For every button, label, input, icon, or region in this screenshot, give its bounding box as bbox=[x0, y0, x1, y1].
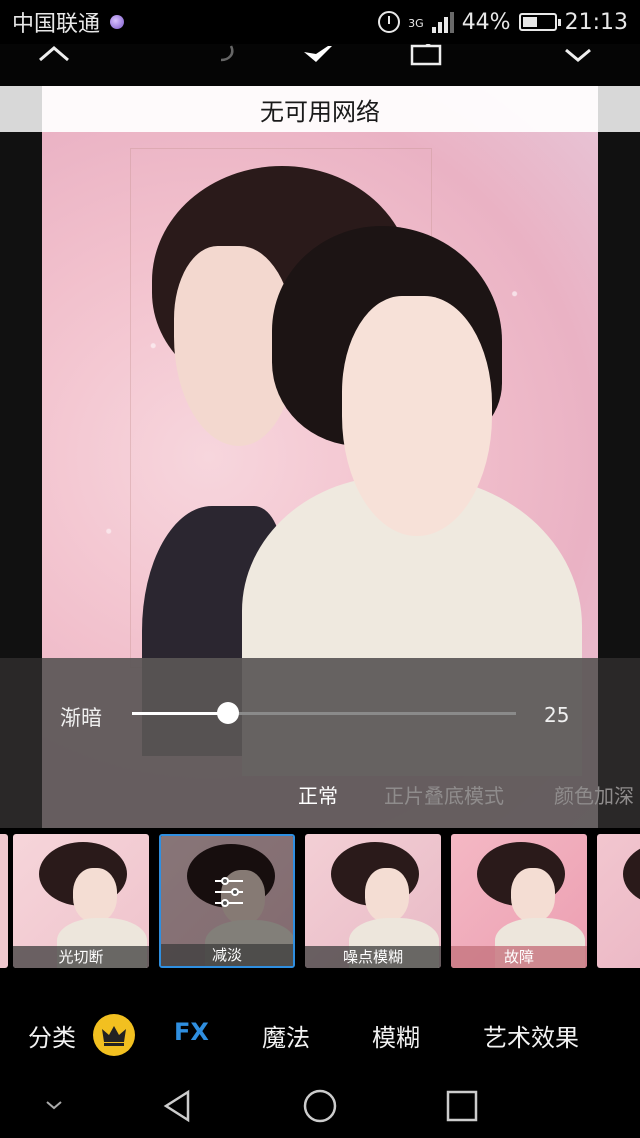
effect-label: 故障 bbox=[451, 946, 587, 968]
blend-mode-multiply[interactable]: 正片叠底模式 bbox=[384, 780, 504, 809]
effect-thumb-light-cut[interactable]: 光切断 bbox=[13, 834, 149, 968]
status-indicators: 3G 44% 21:13 bbox=[378, 10, 628, 35]
status-bar: 中国联通 3G 44% 21:13 bbox=[0, 0, 640, 44]
blend-mode-tabs: 正常 正片叠底模式 颜色加深 bbox=[0, 780, 640, 810]
crown-icon[interactable] bbox=[93, 1014, 135, 1056]
effect-label: 减淡 bbox=[161, 944, 293, 966]
tab-magic[interactable]: 魔法 bbox=[262, 1018, 310, 1053]
thumb-image bbox=[597, 834, 640, 968]
effect-thumb-next[interactable] bbox=[597, 834, 640, 968]
thumb-face bbox=[73, 868, 117, 922]
canvas-margin-left bbox=[0, 86, 42, 132]
alarm-icon bbox=[378, 11, 401, 33]
adjust-settings-icon[interactable] bbox=[211, 874, 247, 910]
carrier-name: 中国联通 bbox=[12, 12, 101, 37]
network-status-banner: 无可用网络 bbox=[42, 86, 598, 132]
system-navigation-bar bbox=[0, 1074, 640, 1138]
back-icon[interactable] bbox=[160, 1088, 196, 1124]
fade-slider-fill bbox=[132, 712, 228, 715]
battery-icon bbox=[518, 13, 561, 31]
effect-thumb-dodge[interactable]: 减淡 bbox=[159, 834, 295, 968]
fade-label: 渐暗 bbox=[60, 706, 102, 730]
fade-value: 25 bbox=[544, 703, 570, 727]
thumb-face bbox=[511, 868, 555, 922]
fade-slider[interactable] bbox=[132, 712, 516, 715]
home-icon[interactable] bbox=[302, 1088, 338, 1124]
effect-thumb-noise-blur[interactable]: 噪点模糊 bbox=[305, 834, 441, 968]
tab-artistic[interactable]: 艺术效果 bbox=[483, 1018, 579, 1053]
blend-mode-normal[interactable]: 正常 bbox=[298, 780, 338, 809]
tab-fx[interactable]: FX bbox=[174, 1018, 209, 1046]
thumb-image bbox=[0, 834, 8, 968]
photo-subject2-face bbox=[342, 296, 492, 536]
effect-label: 噪点模糊 bbox=[305, 946, 441, 968]
clock: 21:13 bbox=[564, 9, 628, 35]
chevron-down-icon[interactable] bbox=[44, 1098, 64, 1112]
effect-label: 光切断 bbox=[13, 946, 149, 968]
effect-thumbnail-strip[interactable]: 光切断 减淡 噪点模糊 故障 bbox=[0, 828, 640, 978]
canvas-margin-right bbox=[598, 86, 640, 132]
editor-toolbar bbox=[0, 44, 640, 86]
signal-icon bbox=[431, 11, 454, 33]
thumb-hair bbox=[623, 842, 640, 906]
effect-thumb-previous[interactable] bbox=[0, 834, 8, 968]
tab-categories[interactable]: 分类 bbox=[28, 1018, 76, 1053]
collapse-up-icon[interactable] bbox=[34, 44, 74, 86]
notification-icon bbox=[110, 15, 125, 29]
network-type: 3G bbox=[408, 16, 424, 30]
thumb-face bbox=[365, 868, 409, 922]
eraser-icon[interactable] bbox=[296, 44, 340, 86]
effect-thumb-glitch[interactable]: 故障 bbox=[451, 834, 587, 968]
battery-percent: 44% bbox=[461, 9, 511, 35]
apply-check-icon[interactable] bbox=[556, 44, 600, 86]
undo-icon[interactable] bbox=[204, 44, 244, 86]
blend-mode-color-burn[interactable]: 颜色加深 bbox=[554, 780, 634, 809]
recents-icon[interactable] bbox=[444, 1088, 480, 1124]
tab-blur[interactable]: 模糊 bbox=[372, 1018, 420, 1053]
fade-slider-handle[interactable] bbox=[217, 702, 239, 724]
export-icon[interactable] bbox=[404, 44, 448, 86]
network-message: 无可用网络 bbox=[260, 97, 380, 126]
